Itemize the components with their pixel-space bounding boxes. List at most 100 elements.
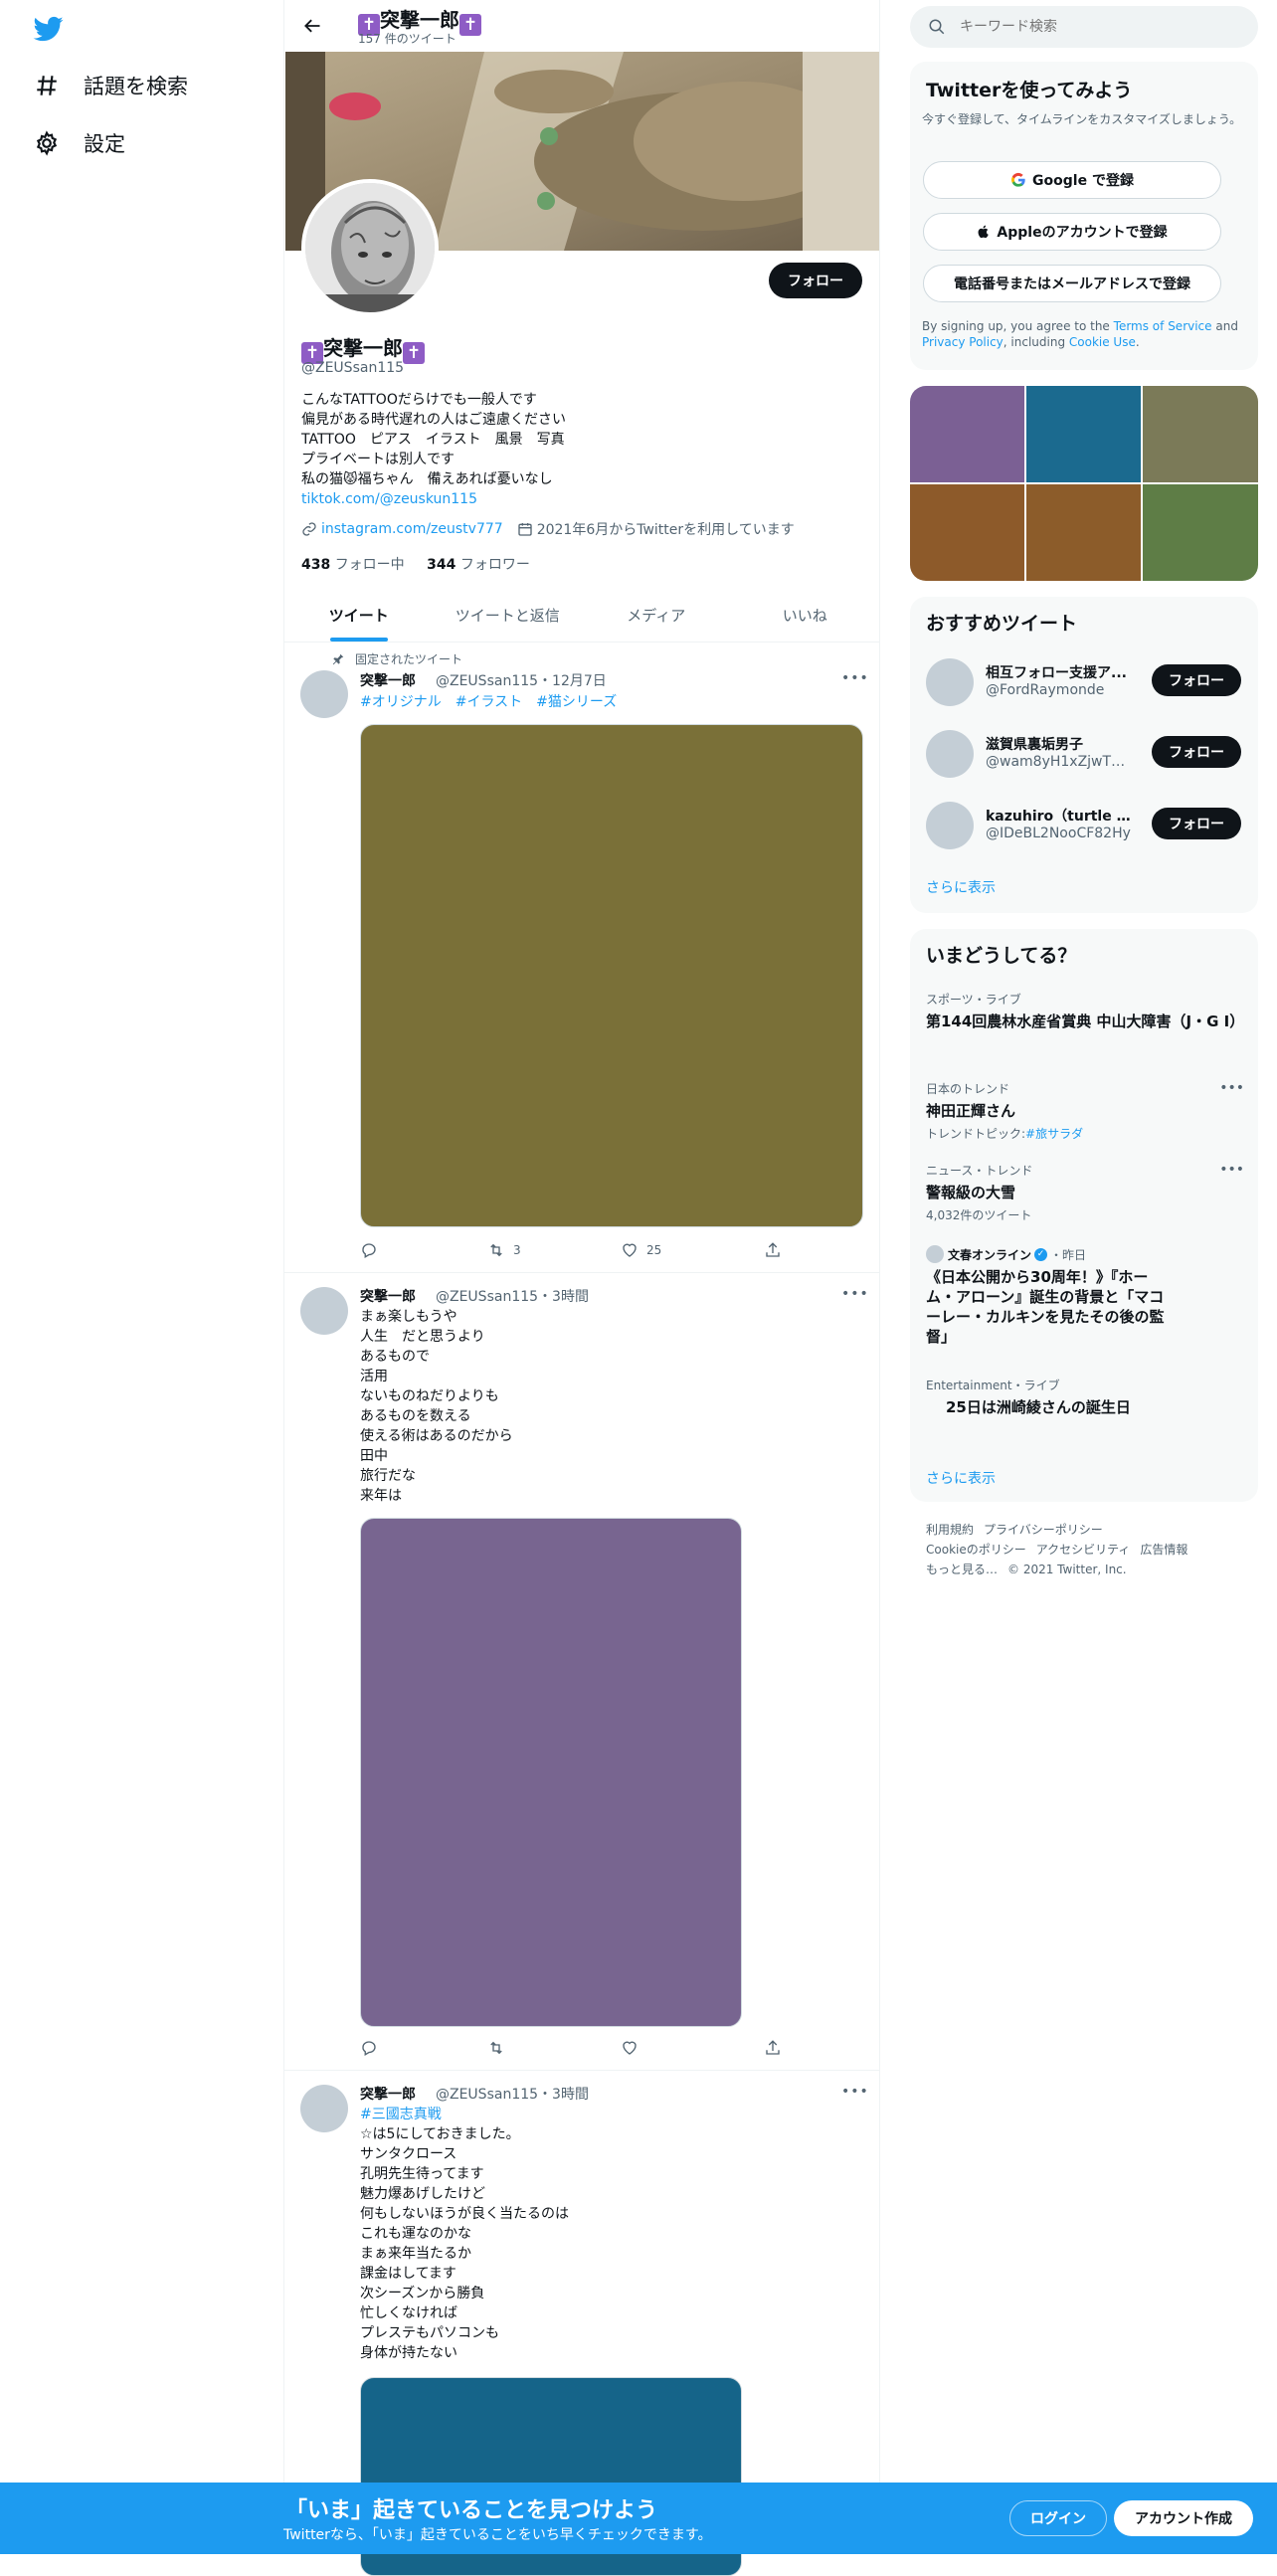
footer-link-more[interactable]: もっと見る… <box>926 1563 998 1576</box>
more-options-icon[interactable]: ••• <box>841 2084 868 2104</box>
tab-tweets[interactable]: ツイート <box>284 589 434 642</box>
followers-link[interactable]: 344 フォロワー <box>427 557 530 573</box>
tweet-item[interactable]: 固定されたツイート 突撃一郎 @ZEUSsan115・12月7日 ••• #オリジ… <box>284 643 879 1273</box>
left-navigation: 話題を検索 設定 <box>0 0 283 2554</box>
website-link[interactable]: instagram.com/zeustv777 <box>321 521 503 537</box>
show-more-link[interactable]: さらに表示 <box>926 1468 996 1488</box>
hashtag-icon <box>32 71 62 100</box>
trend-item[interactable]: スポーツ・ライブ 第144回農林水産省賞典 中山大障害（J・G I） <box>926 991 1244 1031</box>
tweet-hashtags[interactable]: #オリジナル #イラスト #猫シリーズ <box>360 692 857 712</box>
trend-hashtag-link[interactable]: #旅サラダ <box>1025 1127 1083 1141</box>
avatar[interactable] <box>926 730 974 778</box>
more-options-icon[interactable]: ••• <box>1219 1162 1244 1178</box>
login-button[interactable]: ログイン <box>1009 2500 1107 2536</box>
more-options-icon[interactable]: ••• <box>841 1286 868 1306</box>
trend-category: 日本のトレンド <box>926 1082 1010 1096</box>
privacy-policy-link[interactable]: Privacy Policy <box>922 335 1003 349</box>
show-more-link[interactable]: さらに表示 <box>926 877 996 897</box>
media-thumbnail[interactable] <box>1026 484 1141 581</box>
media-thumbnail[interactable] <box>910 484 1024 581</box>
trend-category: スポーツ・ライブ <box>926 993 1021 1007</box>
trend-item[interactable]: Entertainment・ライブ 25日は洲崎綾さんの誕生日 <box>926 1377 1244 1417</box>
signup-button[interactable]: アカウント作成 <box>1114 2500 1253 2536</box>
footer-link-ads[interactable]: 広告情報 <box>1140 1543 1187 1557</box>
media-thumbnail[interactable] <box>1143 386 1258 482</box>
pinned-label: 固定されたツイート <box>331 650 462 667</box>
more-options-icon[interactable]: ••• <box>1219 1080 1244 1096</box>
tweet-media-image[interactable] <box>360 724 863 1227</box>
media-thumbnail[interactable] <box>1143 484 1258 581</box>
footer-link-accessibility[interactable]: アクセシビリティ <box>1036 1543 1131 1557</box>
twitter-logo-icon[interactable] <box>32 14 66 44</box>
bio-link[interactable]: tiktok.com/@zeuskun115 <box>301 491 477 507</box>
terms-of-service-link[interactable]: Terms of Service <box>1114 319 1212 333</box>
back-arrow-icon[interactable] <box>298 12 326 40</box>
tweet-author[interactable]: 突撃一郎 <box>360 1289 416 1305</box>
apple-signup-button[interactable]: Appleのアカウントで登録 <box>923 213 1221 251</box>
nav-settings[interactable]: 設定 <box>32 123 125 163</box>
right-sidebar: Twitterを使ってみよう 今すぐ登録して、タイムラインをカスタマイズしましょ… <box>910 0 1258 2554</box>
signup-terms: By signing up, you agree to the Terms of… <box>922 319 1238 349</box>
trend-item[interactable]: ニュース・トレンド 警報級の大雪 4,032件のツイート ••• <box>926 1162 1244 1223</box>
tweet-hashtag[interactable]: #三國志真戦 <box>360 2105 857 2124</box>
more-options-icon[interactable]: ••• <box>841 670 868 690</box>
bottom-bar-title: 「いま」起きていることを見つけよう <box>285 2498 658 2523</box>
google-icon <box>1011 172 1025 187</box>
follow-button[interactable]: フォロー <box>1152 664 1241 696</box>
tab-media[interactable]: メディア <box>582 589 731 642</box>
tweet-text: まぁ楽しもうや 人生 だと思うより あるもので 活用 ないものねだりよりも ある… <box>360 1309 513 1504</box>
tweet-header: 突撃一郎 @ZEUSsan115・12月7日 <box>360 670 607 690</box>
phone-email-signup-button[interactable]: 電話番号またはメールアドレスで登録 <box>923 265 1221 302</box>
link-icon <box>302 522 316 536</box>
avatar[interactable] <box>926 658 974 706</box>
cookie-use-link[interactable]: Cookie Use <box>1069 335 1136 349</box>
avatar[interactable] <box>300 670 348 718</box>
tweet-author[interactable]: 突撃一郎 <box>360 2087 416 2103</box>
tweet-item[interactable]: 突撃一郎 @ZEUSsan115・3時間 ••• まぁ楽しもうや 人生 だと思うよ… <box>284 1273 879 2071</box>
tweet-author[interactable]: 突撃一郎 <box>360 673 416 689</box>
latin-cross-icon: ✝ <box>459 14 481 36</box>
search-input[interactable] <box>960 19 1228 35</box>
follow-button[interactable]: フォロー <box>769 263 862 298</box>
following-link[interactable]: 438 フォロー中 <box>301 557 405 573</box>
retweet-icon <box>490 1243 502 1257</box>
recommended-user[interactable]: 相互フォロー支援ア... @FordRaymonde フォロー <box>910 646 1258 718</box>
like-button[interactable] <box>621 2039 638 2057</box>
avatar[interactable] <box>300 2085 348 2132</box>
tab-tweets-and-replies[interactable]: ツイートと返信 <box>434 589 583 642</box>
website-item[interactable]: instagram.com/zeustv777 <box>301 521 503 537</box>
follow-button[interactable]: フォロー <box>1152 736 1241 768</box>
recommended-user[interactable]: kazuhiro（turtle cats... @IDeBL2NooCF82Hy… <box>910 790 1258 861</box>
like-button[interactable]: 25 <box>621 1241 661 1259</box>
news-item[interactable]: 文春オンライン ✓ ・昨日 《日本公開から30周年！》『ホーム・アローン』誕生の… <box>926 1245 1244 1347</box>
media-thumbnail[interactable] <box>1026 386 1141 482</box>
google-signup-button[interactable]: Google で登録 <box>923 161 1221 199</box>
share-button[interactable] <box>764 2039 782 2057</box>
share-button[interactable] <box>764 1241 782 1259</box>
verified-badge-icon: ✓ <box>1034 1247 1048 1261</box>
signup-title: Twitterを使ってみよう <box>926 80 1133 101</box>
retweet-button[interactable] <box>487 2039 505 2057</box>
reply-icon <box>362 2041 376 2056</box>
footer-link-cookie[interactable]: Cookieのポリシー <box>926 1543 1026 1557</box>
footer-links: 利用規約 プライバシーポリシー Cookieのポリシー アクセシビリティ 広告情報 も… <box>926 1520 1244 1579</box>
profile-avatar[interactable] <box>301 179 439 316</box>
retweet-button[interactable]: 3 <box>487 1241 521 1259</box>
search-box[interactable] <box>910 6 1258 48</box>
recommended-user-name: 相互フォロー支援ア... <box>986 665 1127 681</box>
avatar[interactable] <box>300 1287 348 1335</box>
media-thumbnail[interactable] <box>910 386 1024 482</box>
tweet-actions <box>360 2039 798 2059</box>
follow-button[interactable]: フォロー <box>1152 808 1241 839</box>
trend-item[interactable]: 日本のトレンド 神田正輝さん トレンドトピック:#旅サラダ ••• <box>926 1080 1244 1142</box>
tab-likes[interactable]: いいね <box>731 589 880 642</box>
recommended-user[interactable]: 滋賀県裏垢男子 @wam8yH1xZjwTW... フォロー <box>910 718 1258 790</box>
footer-link-terms[interactable]: 利用規約 <box>926 1523 974 1537</box>
tweet-media-image[interactable] <box>360 1518 742 2027</box>
copyright: © 2021 Twitter, Inc. <box>1007 1563 1127 1576</box>
reply-button[interactable] <box>360 1241 378 1259</box>
reply-button[interactable] <box>360 2039 378 2057</box>
avatar[interactable] <box>926 802 974 849</box>
nav-explore[interactable]: 話題を検索 <box>32 66 188 105</box>
footer-link-privacy[interactable]: プライバシーポリシー <box>984 1523 1103 1537</box>
